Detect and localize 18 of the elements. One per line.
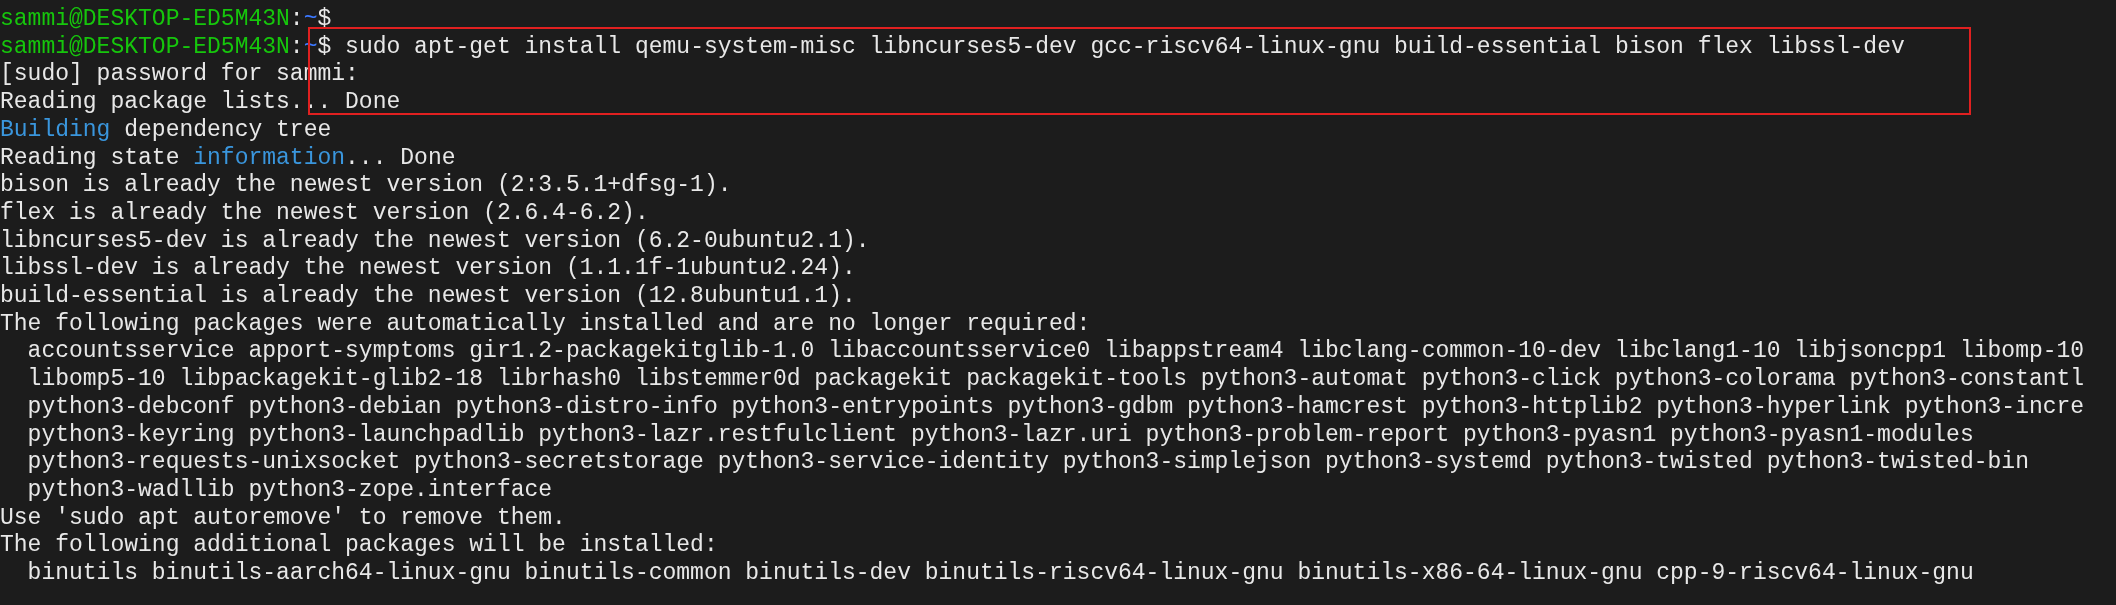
terminal-line: The following additional packages will be installed:: [0, 532, 718, 561]
terminal-line: binutils binutils-aarch64-linux-gnu binutils-common binutils-dev binutils-riscv64-linux-gnu binutils-x86-64-linux-gnu cpp-9-riscv64-linux-gnu: [26, 560, 1974, 588]
terminal-line: build-essential is already the newest version (12.8ubuntu1.1).: [0, 283, 856, 311]
terminal-line: Use 'sudo apt autoremove' to remove them.: [0, 504, 566, 533]
terminal-line: libssl-dev is already the newest version (1.1.1f-1ubuntu2.24).: [0, 255, 856, 284]
terminal-line: sammi@DESKTOP-ED5M43N:~$: [0, 6, 332, 34]
terminal-line: python3-wadllib python3-zope.interface: [26, 476, 553, 505]
terminal-line: python3-requests-unixsocket python3-secretstorage python3-service-identity python3-simplejson python3-systemd python3-twisted python3-twisted-bin: [26, 449, 2029, 477]
terminal-line: python3-debconf python3-debian python3-distro-info python3-entrypoints python3-gdbm python3-hamcrest python3-httplib2 python3-hyperlink python3-incre: [26, 393, 2085, 422]
terminal-line: Building dependency tree: [0, 116, 332, 145]
terminal-line: flex is already the newest version (2.6.4-6.2).: [0, 199, 649, 228]
terminal-line: Reading state information... Done: [0, 144, 456, 173]
terminal-line: bison is already the newest version (2:3.5.1+dfsg-1).: [0, 172, 732, 200]
terminal-line: python3-keyring python3-launchpadlib python3-lazr.restfulclient python3-lazr.uri python3-problem-report python3-pyasn1 python3-pyasn1-modules: [26, 421, 1974, 450]
terminal-line: libncurses5-dev is already the newest version (6.2-0ubuntu2.1).: [0, 227, 870, 256]
terminal-line: accountsservice apport-symptoms gir1.2-packagekitglib-1.0 libaccountsservice0 libappstream4 libclang-common-10-dev libclang1-10 libjsoncpp1 libomp-10: [26, 338, 2085, 367]
terminal-line: The following packages were automatically installed and are no longer required:: [0, 310, 1091, 339]
terminal-line: libomp5-10 libpackagekit-glib2-18 librhash0 libstemmer0d packagekit packagekit-tools python3-automat python3-click python3-colorama python3-constantl: [26, 366, 2085, 394]
